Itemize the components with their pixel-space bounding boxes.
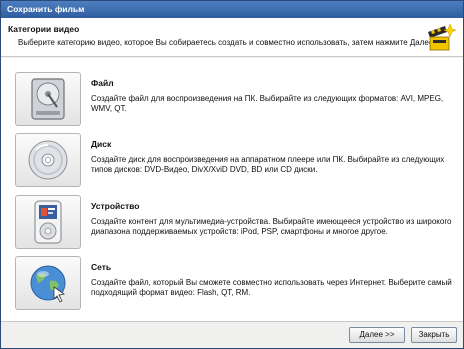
disc-icon (28, 140, 68, 180)
media-player-icon (34, 200, 62, 244)
category-disc[interactable]: Диск Создайте диск для воспроизведения н… (15, 133, 455, 189)
device-tile-button[interactable] (15, 195, 81, 249)
category-description: Создайте диск для воспроизведения на апп… (91, 155, 445, 174)
category-description: Создайте файл, который Вы сможете совмес… (91, 278, 452, 297)
close-button[interactable]: Закрыть (411, 327, 457, 343)
next-button[interactable]: Далее >> (349, 327, 405, 343)
category-file[interactable]: Файл Создайте файл для воспроизведения н… (15, 72, 455, 128)
film-wizard-icon (428, 23, 457, 51)
category-description: Создайте файл для воспроизведения на ПК.… (91, 94, 444, 113)
category-web[interactable]: Сеть Создайте файл, который Вы сможете с… (15, 256, 455, 312)
hard-drive-icon (31, 78, 65, 120)
disc-tile-button[interactable] (15, 133, 81, 187)
globe-icon (30, 265, 66, 303)
category-title: Файл (91, 78, 114, 88)
dialog-footer: Далее >> Закрыть (1, 322, 463, 348)
window-title: Сохранить фильм (1, 1, 463, 18)
save-movie-dialog: Сохранить фильм Категории видео Выберите… (0, 0, 464, 349)
category-title: Диск (91, 139, 112, 149)
category-title: Устройство (91, 201, 140, 211)
category-device[interactable]: Устройство Создайте контент для мультиме… (15, 195, 455, 251)
dialog-header: Категории видео Выберите категорию видео… (1, 18, 463, 57)
file-tile-button[interactable] (15, 72, 81, 126)
category-list: Файл Создайте файл для воспроизведения н… (1, 58, 463, 322)
page-title: Категории видео (8, 24, 80, 34)
category-title: Сеть (91, 262, 112, 272)
page-description: Выберите категорию видео, которое Вы соб… (18, 38, 436, 47)
web-tile-button[interactable] (15, 256, 81, 310)
category-description: Создайте контент для мультимедиа-устройс… (91, 217, 452, 236)
